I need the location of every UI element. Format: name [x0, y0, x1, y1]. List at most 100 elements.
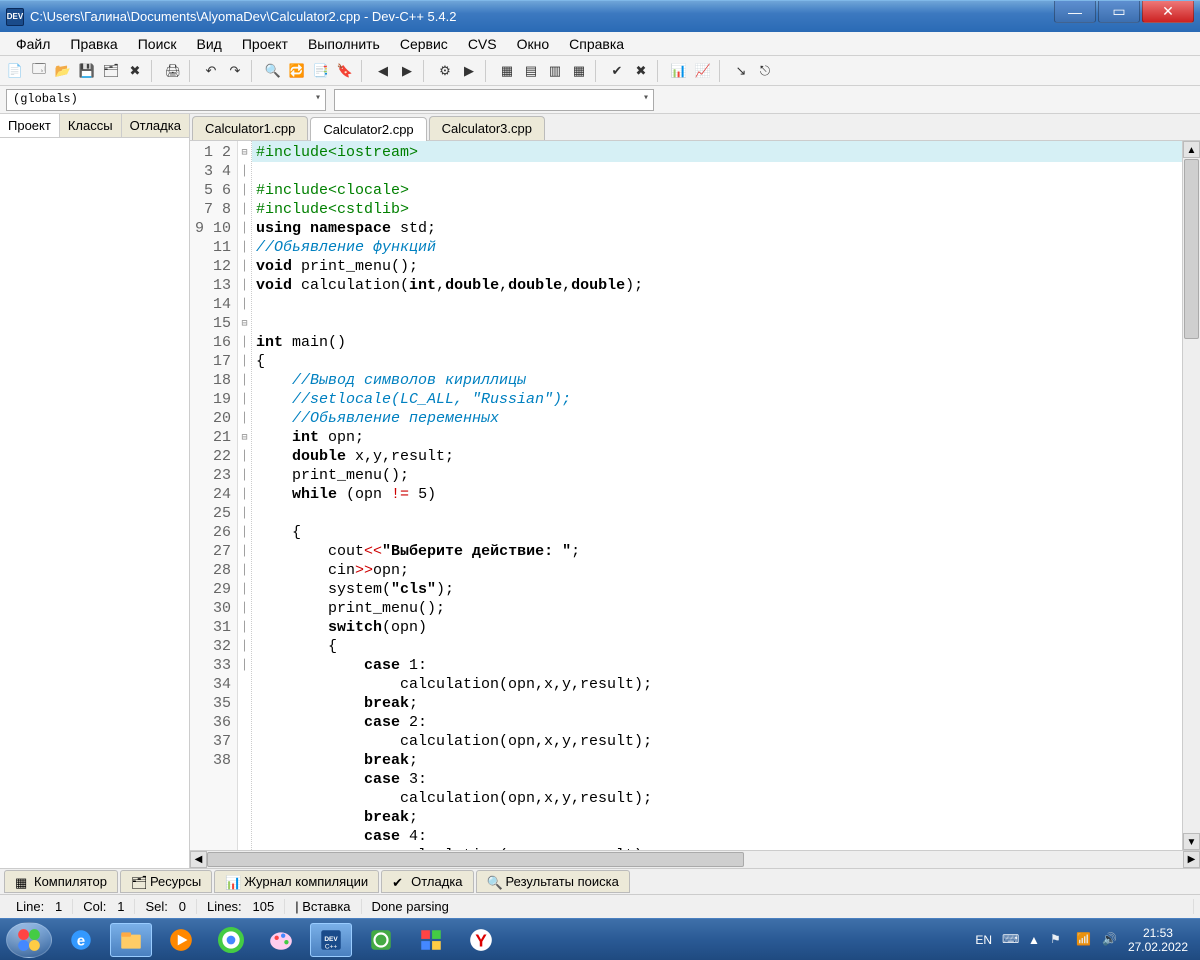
profile-icon[interactable]: 📊: [668, 60, 690, 82]
compile-icon[interactable]: ⚙: [434, 60, 456, 82]
keyboard-icon[interactable]: ⌨: [1002, 932, 1018, 948]
project-tree[interactable]: [0, 138, 189, 868]
menu-справка[interactable]: Справка: [559, 33, 634, 55]
menu-сервис[interactable]: Сервис: [390, 33, 458, 55]
goto-line-icon[interactable]: ↘: [730, 60, 752, 82]
menu-поиск[interactable]: Поиск: [128, 33, 187, 55]
hscroll-thumb[interactable]: [207, 852, 744, 867]
start-button[interactable]: [6, 922, 52, 958]
status-line: 1: [55, 899, 62, 914]
grid2-icon[interactable]: ▤: [520, 60, 542, 82]
taskbar: e DEVC++ Y EN ⌨ ▲ ⚑ 📶 🔊 21:53 27.02.2022: [0, 918, 1200, 960]
btab-label: Компилятор: [34, 874, 107, 889]
task-media-icon[interactable]: [160, 923, 202, 957]
member-dropdown[interactable]: [334, 89, 654, 111]
toolbar-separator: [151, 60, 157, 82]
run-icon[interactable]: ▶: [458, 60, 480, 82]
menubar: ФайлПравкаПоискВидПроектВыполнитьСервисC…: [0, 32, 1200, 56]
task-camtasia-icon[interactable]: [360, 923, 402, 957]
bottom-tab-2[interactable]: 📊Журнал компиляции: [214, 870, 379, 893]
toolbar-separator: [189, 60, 195, 82]
horizontal-scrollbar[interactable]: ◀ ▶: [190, 850, 1200, 868]
tray-chevron-icon[interactable]: ▲: [1028, 933, 1040, 947]
btab-icon: 🔍: [487, 875, 501, 889]
save-icon[interactable]: 💾: [76, 60, 98, 82]
menu-cvs[interactable]: CVS: [458, 33, 507, 55]
maximize-button[interactable]: ▭: [1098, 1, 1140, 23]
network-icon[interactable]: 📶: [1076, 932, 1092, 948]
bookmark-icon[interactable]: 🔖: [334, 60, 356, 82]
scope-dropdown[interactable]: (globals): [6, 89, 326, 111]
find-icon[interactable]: 🔍: [262, 60, 284, 82]
svg-text:Y: Y: [475, 930, 487, 950]
task-chrome-icon[interactable]: [210, 923, 252, 957]
svg-text:DEV: DEV: [324, 936, 338, 943]
scroll-left-icon[interactable]: ◀: [190, 851, 207, 868]
filetab-Calculator1.cpp[interactable]: Calculator1.cpp: [192, 116, 308, 140]
open-icon[interactable]: 📂: [52, 60, 74, 82]
replace-icon[interactable]: 🔁: [286, 60, 308, 82]
status-lines-label: Lines:: [207, 899, 242, 914]
minimize-button[interactable]: —: [1054, 1, 1096, 23]
menu-выполнить[interactable]: Выполнить: [298, 33, 390, 55]
bottom-tab-1[interactable]: 🗂Ресурсы: [120, 870, 212, 893]
bottom-tab-4[interactable]: 🔍Результаты поиска: [476, 870, 630, 893]
grid1-icon[interactable]: ▦: [496, 60, 518, 82]
toolbar-separator: [423, 60, 429, 82]
menu-проект[interactable]: Проект: [232, 33, 298, 55]
code-text[interactable]: #include<iostream> #include<clocale> #in…: [252, 141, 1182, 850]
menu-вид[interactable]: Вид: [187, 33, 232, 55]
toolbar-separator: [485, 60, 491, 82]
forward-icon[interactable]: ▶: [396, 60, 418, 82]
sidetab-2[interactable]: Отладка: [122, 114, 190, 137]
sidetab-1[interactable]: Классы: [60, 114, 122, 137]
grid4-icon[interactable]: ▦: [568, 60, 590, 82]
new-window-icon[interactable]: 🗔: [28, 60, 50, 82]
fold-gutter[interactable]: ⊟ │ │ │ │ │ │ │ │ ⊟ │ │ │ │ │ ⊟ │ │ │ │ …: [238, 141, 252, 850]
back-icon[interactable]: ◀: [372, 60, 394, 82]
close-icon[interactable]: ✖: [124, 60, 146, 82]
sidetab-0[interactable]: Проект: [0, 114, 60, 137]
filetab-Calculator2.cpp[interactable]: Calculator2.cpp: [310, 117, 426, 141]
status-parse: Done parsing: [362, 899, 1194, 914]
menu-файл[interactable]: Файл: [6, 33, 60, 55]
scroll-right-icon[interactable]: ▶: [1183, 851, 1200, 868]
goto-icon[interactable]: 📑: [310, 60, 332, 82]
menu-окно[interactable]: Окно: [507, 33, 560, 55]
tray-lang[interactable]: EN: [975, 933, 992, 947]
redo-icon[interactable]: ↷: [224, 60, 246, 82]
volume-icon[interactable]: 🔊: [1102, 932, 1118, 948]
task-devcpp-icon[interactable]: DEVC++: [310, 923, 352, 957]
task-explorer-icon[interactable]: [110, 923, 152, 957]
task-paint-icon[interactable]: [260, 923, 302, 957]
undo-icon[interactable]: ↶: [200, 60, 222, 82]
vscroll-thumb[interactable]: [1184, 159, 1199, 339]
tray-clock[interactable]: 21:53 27.02.2022: [1128, 926, 1194, 954]
status-sel-label: Sel:: [145, 899, 167, 914]
status-insert-mode: Вставка: [302, 899, 350, 914]
grid3-icon[interactable]: ▥: [544, 60, 566, 82]
menu-правка[interactable]: Правка: [60, 33, 127, 55]
bottom-tabs: ▦Компилятор🗂Ресурсы📊Журнал компиляции✔От…: [0, 868, 1200, 894]
flag-icon[interactable]: ⚑: [1050, 932, 1066, 948]
scroll-up-icon[interactable]: ▲: [1183, 141, 1200, 158]
exit-icon[interactable]: ⎋: [754, 60, 776, 82]
close-button[interactable]: ✕: [1142, 1, 1194, 23]
bottom-tab-0[interactable]: ▦Компилятор: [4, 870, 118, 893]
filetab-Calculator3.cpp[interactable]: Calculator3.cpp: [429, 116, 545, 140]
toolbar-separator: [719, 60, 725, 82]
status-col: 1: [117, 899, 124, 914]
task-windows-icon[interactable]: [410, 923, 452, 957]
new-file-icon[interactable]: 📄: [4, 60, 26, 82]
bottom-tab-3[interactable]: ✔Отладка: [381, 870, 473, 893]
statusbar: Line: 1 Col: 1 Sel: 0 Lines: 105 | Встав…: [0, 894, 1200, 918]
debug-icon[interactable]: ✔: [606, 60, 628, 82]
stop-debug-icon[interactable]: ✖: [630, 60, 652, 82]
save-all-icon[interactable]: 🗂: [100, 60, 122, 82]
task-yandex-icon[interactable]: Y: [460, 923, 502, 957]
print-icon[interactable]: 🖨: [162, 60, 184, 82]
vertical-scrollbar[interactable]: ▲ ▼: [1182, 141, 1200, 850]
profile2-icon[interactable]: 📈: [692, 60, 714, 82]
task-ie-icon[interactable]: e: [60, 923, 102, 957]
scroll-down-icon[interactable]: ▼: [1183, 833, 1200, 850]
